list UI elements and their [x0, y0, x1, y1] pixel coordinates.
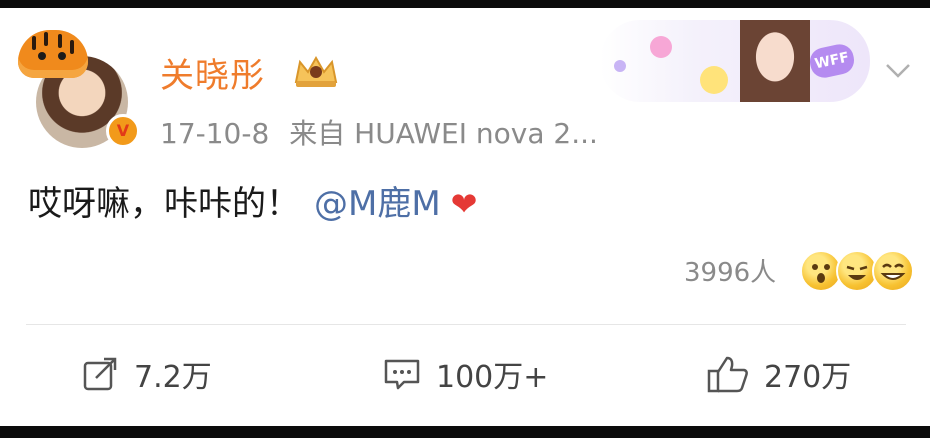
- top-edge: [0, 0, 930, 8]
- avatar[interactable]: V: [18, 30, 140, 150]
- promo-banner[interactable]: WFF: [600, 20, 870, 102]
- post-date: 17-10-8: [160, 117, 270, 150]
- repost-button[interactable]: 7.2万: [80, 350, 212, 398]
- post-meta: 17-10-8 来自 HUAWEI nova 2...: [160, 112, 598, 152]
- verified-badge: V: [106, 114, 140, 148]
- bottom-edge: [0, 426, 930, 438]
- reaction-count[interactable]: 3996人: [684, 252, 776, 289]
- decoration-bubble: [614, 60, 626, 72]
- share-icon: [83, 357, 117, 391]
- post-text: 哎呀嘛，咔咔的！ @M鹿M ❤: [28, 176, 477, 225]
- chevron-down-icon[interactable]: [884, 56, 912, 84]
- comment-icon: [384, 359, 420, 390]
- thumbs-up-icon: [707, 356, 748, 393]
- comment-count: 100万+: [436, 360, 549, 395]
- decoration-bubble: [700, 66, 728, 94]
- decoration-bubble: [650, 36, 672, 58]
- repost-count: 7.2万: [134, 360, 212, 395]
- divider: [26, 324, 906, 325]
- banner-portrait: [740, 20, 810, 102]
- post-body: 哎呀嘛，咔咔的！: [28, 184, 300, 224]
- like-button[interactable]: 270万: [706, 350, 851, 398]
- comment-button[interactable]: 100万+: [382, 350, 548, 398]
- post-source: 来自 HUAWEI nova 2...: [289, 117, 598, 150]
- vip-crown-icon[interactable]: [292, 54, 340, 88]
- heart-emoji: ❤: [450, 185, 478, 223]
- like-count: 270万: [764, 360, 852, 395]
- banner-tag: WFF: [807, 41, 857, 81]
- tiger-avatar-frame-icon: [18, 30, 88, 78]
- username[interactable]: 关晓彤: [160, 48, 265, 97]
- grin-emoji-icon[interactable]: [872, 250, 914, 292]
- mention-link[interactable]: @M鹿M: [314, 184, 441, 224]
